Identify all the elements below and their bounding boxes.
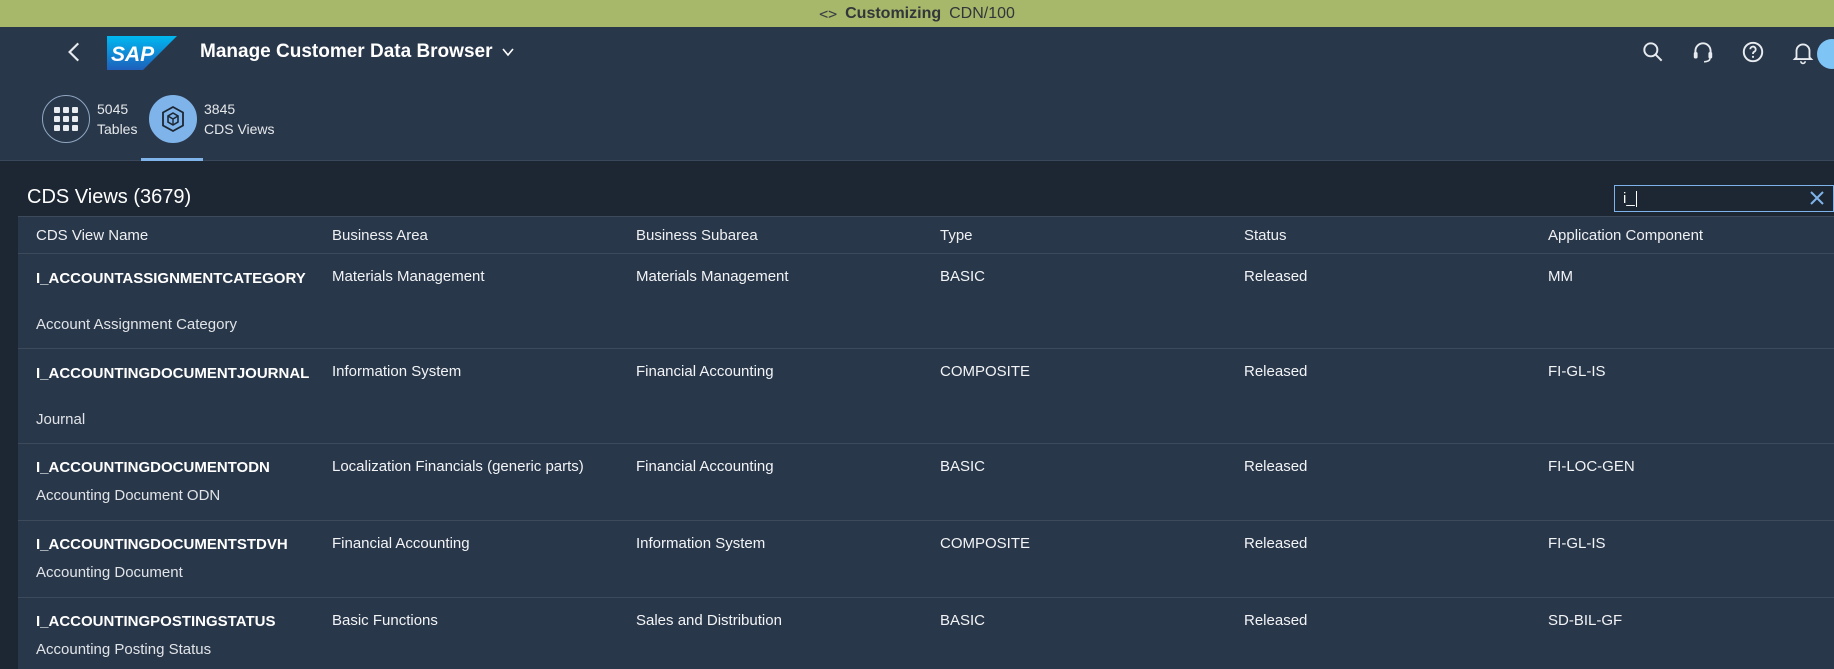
- notification-bell-icon[interactable]: [1790, 39, 1816, 65]
- text-caret: [1635, 190, 1637, 207]
- tab-cds-views-label: CDS Views: [204, 121, 275, 137]
- shell-bar: SAP Manage Customer Data Browser: [0, 27, 1834, 77]
- type: BASIC: [940, 612, 986, 629]
- status: Released: [1244, 612, 1308, 629]
- icon-tab-bar: 5045 Tables 3845 CDS Views: [0, 77, 1834, 161]
- status: Released: [1244, 535, 1308, 552]
- system-banner: <> Customizing CDN/100: [0, 0, 1834, 27]
- code-icon: <>: [819, 4, 838, 23]
- clear-icon[interactable]: [1808, 189, 1826, 207]
- type: COMPOSITE: [940, 363, 1031, 380]
- tab-tables-icon-circle: [42, 95, 90, 143]
- business-subarea: Financial Accounting: [636, 458, 774, 475]
- tab-tables-label: Tables: [97, 121, 138, 137]
- sap-logo[interactable]: SAP: [107, 36, 177, 70]
- table-row[interactable]: I_ACCOUNTINGDOCUMENTODN Accounting Docum…: [18, 444, 1834, 521]
- column-header-business-subarea[interactable]: Business Subarea: [636, 227, 758, 244]
- application-component: SD-BIL-GF: [1548, 612, 1623, 629]
- chevron-down-icon: [502, 48, 515, 57]
- cds-view-name: I_ACCOUNTINGDOCUMENTODN: [36, 459, 270, 476]
- business-area: Financial Accounting: [332, 535, 470, 552]
- tab-cds-views[interactable]: 3845 CDS Views: [149, 77, 275, 161]
- business-area: Basic Functions: [332, 612, 438, 629]
- app-title-menu[interactable]: Manage Customer Data Browser: [200, 41, 516, 63]
- cds-view-description: Accounting Document ODN: [36, 487, 221, 504]
- status: Released: [1244, 268, 1308, 285]
- table-row[interactable]: I_ACCOUNTINGDOCUMENTSTDVH Accounting Doc…: [18, 521, 1834, 598]
- cds-view-name: I_ACCOUNTINGPOSTINGSTATUS: [36, 613, 276, 630]
- list-title: CDS Views (3679): [27, 186, 192, 208]
- type: BASIC: [940, 268, 986, 285]
- type: COMPOSITE: [940, 535, 1031, 552]
- application-component: FI-LOC-GEN: [1548, 458, 1635, 475]
- cds-view-name: I_ACCOUNTINGDOCUMENTJOURNAL: [36, 365, 310, 382]
- search-icon[interactable]: [1640, 39, 1666, 65]
- business-subarea: Materials Management: [636, 268, 789, 285]
- cube-icon: [162, 105, 184, 133]
- cds-view-name: I_ACCOUNTASSIGNMENTCATEGORY: [36, 270, 306, 287]
- application-component: FI-GL-IS: [1548, 535, 1606, 552]
- business-area: Information System: [332, 363, 462, 380]
- business-subarea: Sales and Distribution: [636, 612, 782, 629]
- type: BASIC: [940, 458, 986, 475]
- search-input[interactable]: i_: [1614, 185, 1834, 212]
- search-input-value: i_: [1623, 190, 1635, 207]
- tab-tables-count: 5045: [97, 101, 129, 117]
- tab-cds-views-count: 3845: [204, 101, 236, 117]
- status: Released: [1244, 458, 1308, 475]
- table-row[interactable]: I_ACCOUNTASSIGNMENTCATEGORY Account Assi…: [18, 254, 1834, 349]
- app-title: Manage Customer Data Browser: [200, 41, 493, 62]
- application-component: FI-GL-IS: [1548, 363, 1606, 380]
- user-avatar[interactable]: [1817, 39, 1834, 69]
- business-area: Localization Financials (generic parts): [332, 458, 584, 475]
- table-row[interactable]: I_ACCOUNTINGPOSTINGSTATUS Accounting Pos…: [18, 598, 1834, 669]
- cds-view-description: Journal: [36, 411, 86, 428]
- table-header: CDS View Name Business Area Business Sub…: [18, 216, 1834, 254]
- cds-view-name: I_ACCOUNTINGDOCUMENTSTDVH: [36, 536, 288, 553]
- cds-view-description: Accounting Posting Status: [36, 641, 212, 658]
- column-header-business-area[interactable]: Business Area: [332, 227, 428, 244]
- business-subarea: Information System: [636, 535, 766, 552]
- back-arrow-icon[interactable]: [62, 39, 88, 65]
- sap-logo-text: SAP: [111, 43, 155, 66]
- help-icon[interactable]: [1740, 39, 1766, 65]
- application-component: MM: [1548, 268, 1573, 285]
- business-area: Materials Management: [332, 268, 485, 285]
- shell-actions: [1640, 39, 1816, 65]
- column-header-status[interactable]: Status: [1244, 227, 1287, 244]
- cds-view-description: Accounting Document: [36, 564, 183, 581]
- business-subarea: Financial Accounting: [636, 363, 774, 380]
- status: Released: [1244, 363, 1308, 380]
- headset-icon[interactable]: [1690, 39, 1716, 65]
- grid-icon: [54, 107, 78, 131]
- tab-cds-views-icon-circle: [149, 95, 197, 143]
- system-context-label: Customizing: [845, 4, 942, 22]
- column-header-type[interactable]: Type: [940, 227, 973, 244]
- cds-view-description: Account Assignment Category: [36, 316, 237, 333]
- tab-tables[interactable]: 5045 Tables: [42, 77, 137, 161]
- table-row[interactable]: I_ACCOUNTINGDOCUMENTJOURNAL Journal Info…: [18, 349, 1834, 444]
- system-client: CDN/100: [949, 4, 1015, 22]
- column-header-cds-view-name[interactable]: CDS View Name: [36, 227, 148, 244]
- column-header-application-component[interactable]: Application Component: [1548, 227, 1703, 244]
